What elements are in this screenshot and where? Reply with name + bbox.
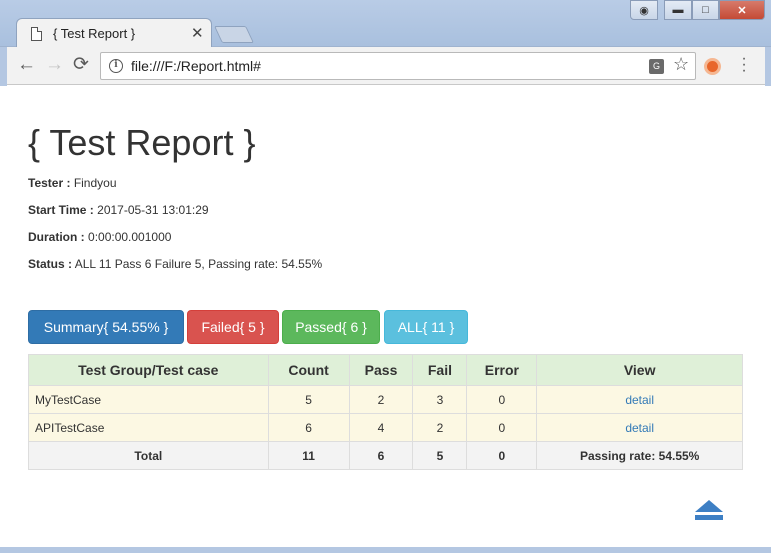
header-error: Error — [466, 354, 538, 386]
url-text[interactable]: file:///F:/Report.html# — [131, 58, 261, 74]
status-line: Status : ALL 11 Pass 6 Failure 5, Passin… — [28, 257, 322, 271]
summary-button[interactable]: Summary{ 54.55% } — [28, 310, 184, 344]
maximize-icon: □ — [702, 4, 709, 16]
detail-link[interactable]: detail — [625, 393, 654, 407]
error-cell: 0 — [466, 385, 538, 414]
total-passing-rate: Passing rate: 54.55% — [536, 441, 743, 470]
page-icon — [31, 27, 42, 41]
star-icon[interactable]: ☆ — [673, 54, 689, 75]
user-profile-button[interactable]: ◉ — [630, 0, 658, 20]
maximize-button[interactable]: □ — [692, 0, 719, 20]
reload-button[interactable]: ⟳ — [73, 55, 89, 75]
status-value: ALL 11 Pass 6 Failure 5, Passing rate: 5… — [74, 257, 323, 271]
tester-value: Findyou — [73, 176, 117, 190]
header-count: Count — [267, 354, 350, 386]
tester-label: Tester : — [28, 176, 71, 190]
fail-cell: 2 — [412, 413, 468, 442]
header-view: View — [536, 354, 743, 386]
test-group-name: APITestCase — [28, 413, 269, 442]
status-label: Status : — [28, 257, 73, 271]
browser-toolbar: ← → ⟳ i file:///F:/Report.html# G ☆ · · · — [0, 47, 771, 85]
results-table: Test Group/Test case Count Pass Fail Err… — [28, 354, 743, 470]
duration-label: Duration : — [28, 230, 85, 244]
duration-line: Duration : 0:00:00.001000 — [28, 230, 171, 244]
fail-cell: 3 — [412, 385, 468, 414]
view-cell: detail — [536, 385, 743, 414]
table-row: APITestCase 6 4 2 0 detail — [28, 413, 743, 442]
forward-button[interactable]: → — [45, 55, 64, 75]
header-fail: Fail — [412, 354, 468, 386]
view-cell: detail — [536, 413, 743, 442]
close-window-button[interactable]: ✕ — [719, 0, 765, 20]
close-icon: ✕ — [737, 4, 747, 17]
start-time-line: Start Time : 2017-05-31 13:01:29 — [28, 203, 209, 217]
count-cell: 6 — [267, 413, 350, 442]
passed-button[interactable]: Passed{ 6 } — [282, 310, 380, 344]
duration-value: 0:00:00.001000 — [88, 230, 172, 244]
table-header-row: Test Group/Test case Count Pass Fail Err… — [28, 354, 743, 386]
header-pass: Pass — [348, 354, 414, 386]
back-button[interactable]: ← — [17, 55, 36, 75]
new-tab-button[interactable] — [214, 26, 254, 43]
total-label: Total — [28, 441, 269, 470]
more-vert-icon[interactable]: · · · — [740, 51, 748, 79]
translate-icon[interactable]: G — [649, 59, 664, 74]
tester-line: Tester : Findyou — [28, 176, 117, 190]
tab-title: { Test Report } — [53, 26, 136, 41]
table-row: MyTestCase 5 2 3 0 detail — [28, 385, 743, 414]
arrow-up-shape — [695, 500, 723, 512]
pass-cell: 2 — [348, 385, 414, 414]
total-error: 0 — [466, 441, 538, 470]
arrow-bar-shape — [695, 515, 723, 520]
tab-close-icon[interactable]: ✕ — [191, 24, 204, 42]
test-group-name: MyTestCase — [28, 385, 269, 414]
all-button[interactable]: ALL{ 11 } — [384, 310, 468, 344]
report-title: { Test Report } — [28, 122, 256, 163]
user-icon: ◉ — [639, 4, 649, 17]
total-row: Total 11 6 5 0 Passing rate: 54.55% — [28, 441, 743, 470]
extension-icon[interactable] — [704, 58, 721, 75]
browser-tab[interactable]: { Test Report } ✕ — [16, 18, 212, 48]
window-frame-bottom — [0, 547, 771, 553]
pass-cell: 4 — [348, 413, 414, 442]
error-cell: 0 — [466, 413, 538, 442]
total-fail: 5 — [412, 441, 468, 470]
address-bar[interactable]: i file:///F:/Report.html# G ☆ — [100, 52, 696, 80]
minimize-icon: ▬ — [672, 4, 684, 16]
info-icon[interactable]: i — [109, 59, 123, 73]
failed-button[interactable]: Failed{ 5 } — [187, 310, 279, 344]
start-time-value: 2017-05-31 13:01:29 — [97, 203, 209, 217]
minimize-button[interactable]: ▬ — [664, 0, 692, 20]
page-content: { Test Report } Tester : Findyou Start T… — [0, 86, 771, 553]
header-test-group: Test Group/Test case — [28, 354, 269, 386]
detail-link[interactable]: detail — [625, 421, 654, 435]
browser-titlebar: { Test Report } ✕ ◉ ▬ □ ✕ — [0, 0, 771, 48]
total-pass: 6 — [348, 441, 414, 470]
start-time-label: Start Time : — [28, 203, 94, 217]
total-count: 11 — [267, 441, 350, 470]
arrow-to-top-icon[interactable] — [695, 500, 723, 522]
count-cell: 5 — [267, 385, 350, 414]
